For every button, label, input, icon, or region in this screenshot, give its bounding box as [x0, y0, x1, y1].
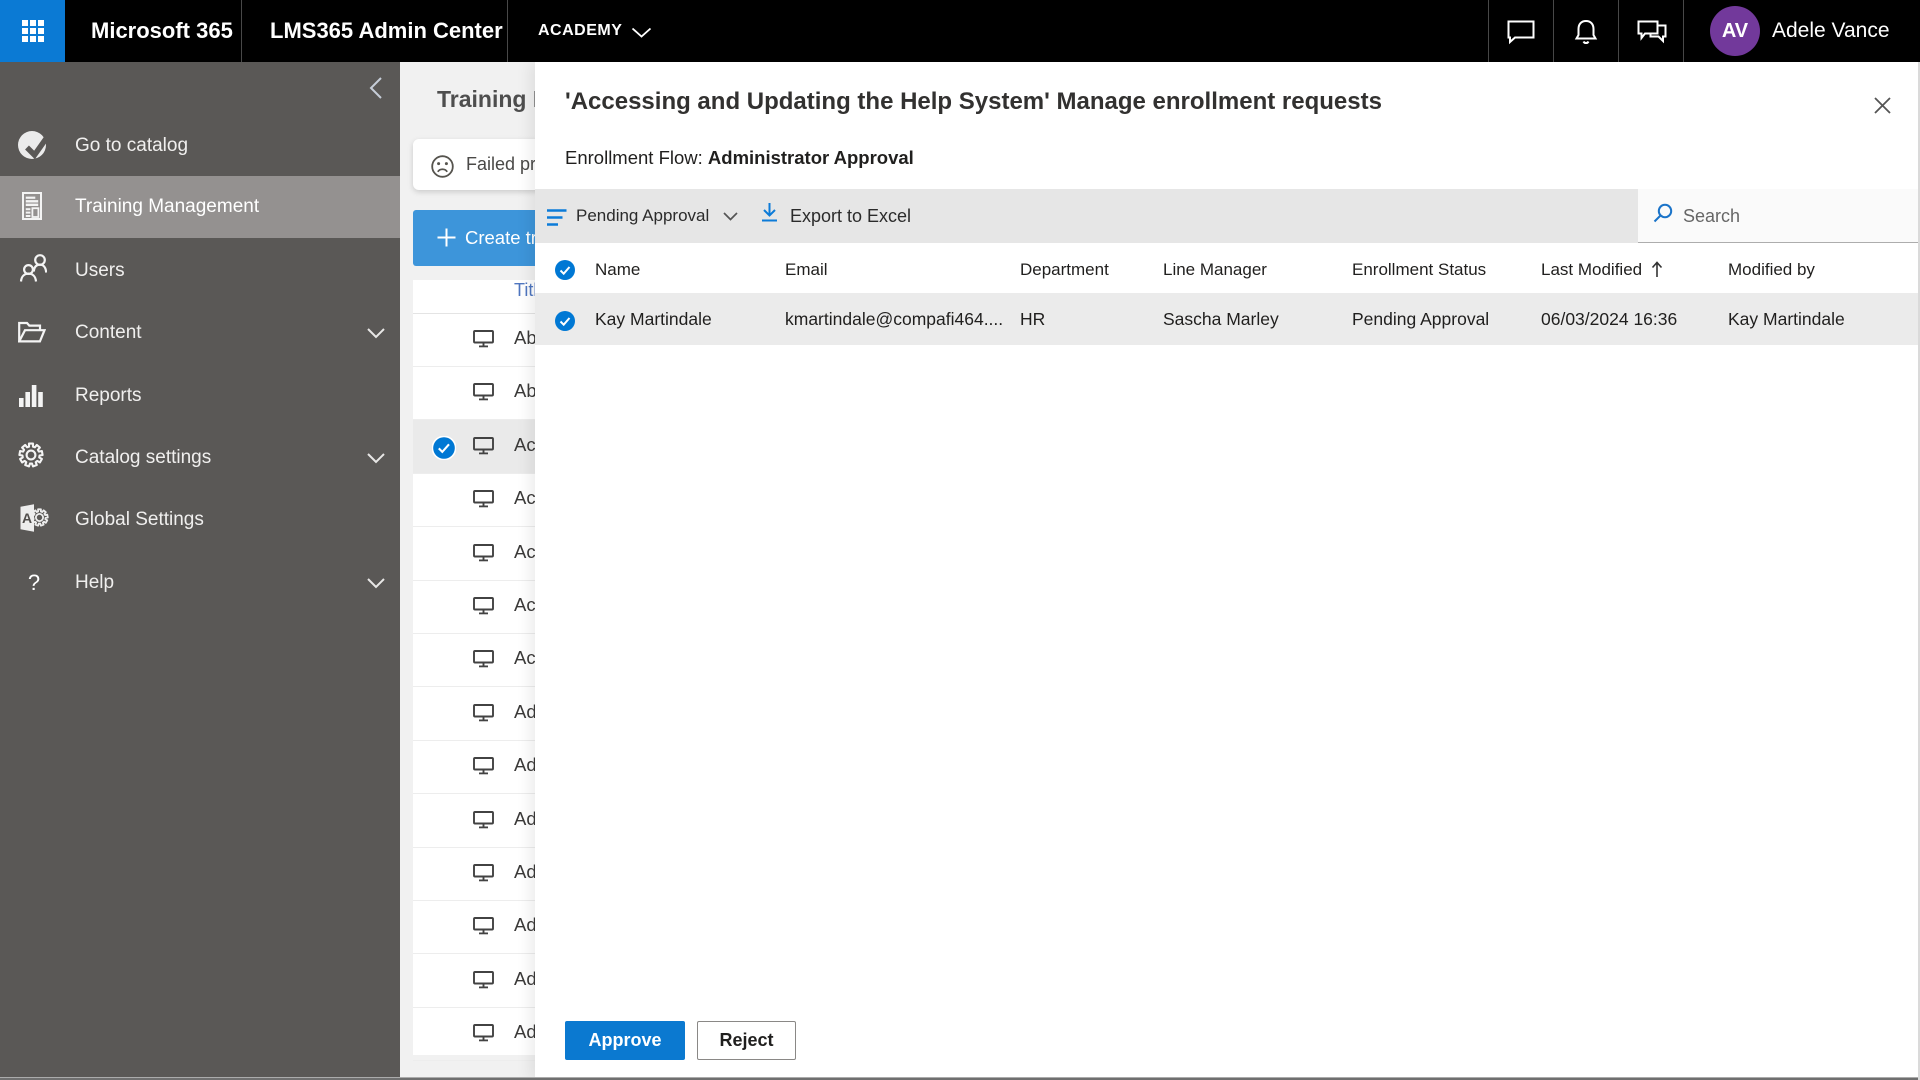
- svg-text:A: A: [22, 510, 32, 526]
